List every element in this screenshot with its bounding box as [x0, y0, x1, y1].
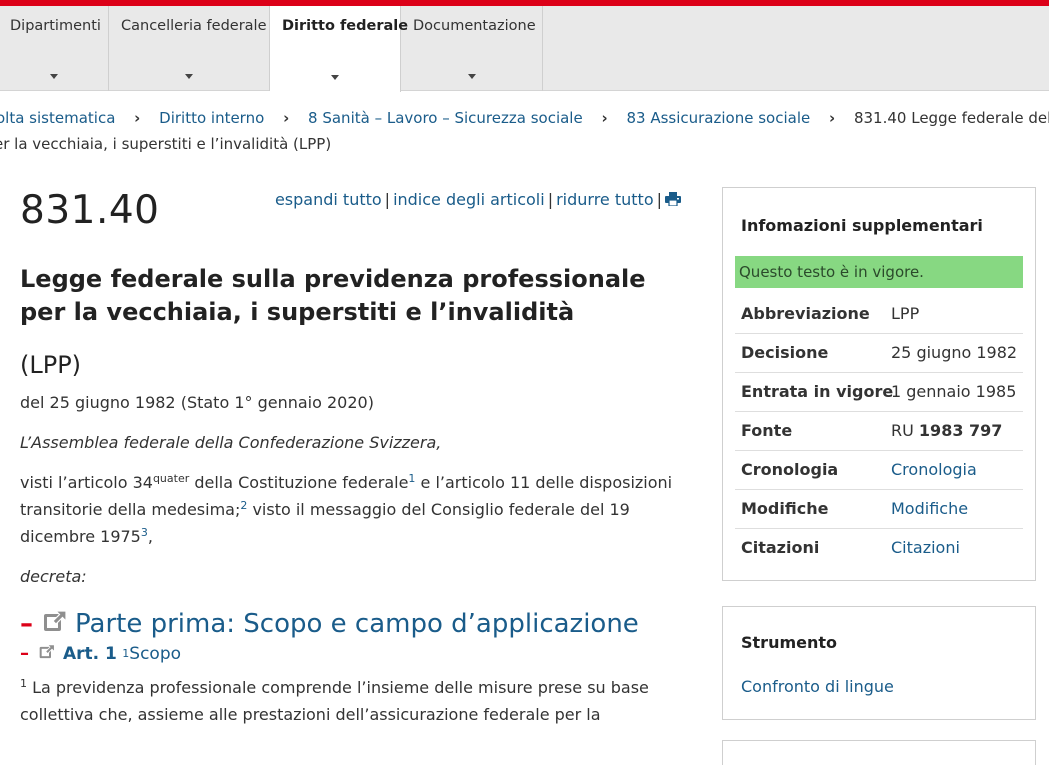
breadcrumb-link[interactable]: 8 Sanità – Lavoro – Sicurezza sociale	[308, 109, 583, 127]
nav-tab-diritto-federale[interactable]: Diritto federale	[270, 6, 409, 92]
info-key: Modifiche	[741, 499, 829, 518]
language-comparison-link[interactable]: Confronto di lingue	[741, 677, 894, 696]
external-link-icon[interactable]	[39, 643, 55, 664]
info-row-citations: Citazioni Citazioni	[735, 529, 1023, 568]
preamble-text-part: ,	[147, 527, 153, 546]
superscript-quater: quater	[152, 472, 190, 485]
document-date: del 25 giugno 1982 (Stato 1° gennaio 202…	[20, 393, 374, 412]
nav-tab-label: Diritto federale	[282, 18, 409, 34]
collapse-dash-icon[interactable]: –	[20, 609, 33, 639]
tool-panel-title: Strumento	[741, 633, 838, 652]
breadcrumb-chevron-icon: ›	[283, 109, 290, 127]
breadcrumb-current: 831.40 Legge federale del 25	[853, 109, 1049, 127]
info-row-abbreviation: Abbreviazione LPP	[735, 295, 1023, 334]
nav-tab-cancelleria-federale[interactable]: Cancelleria federale	[109, 6, 270, 91]
breadcrumb-current-continued: er la vecchiaia, i superstiti e l’invali…	[0, 135, 332, 153]
info-row-amendments: Modifiche Modifiche	[735, 490, 1023, 529]
info-value: 1 gennaio 1985	[891, 382, 1017, 401]
info-key: Abbreviazione	[741, 304, 870, 323]
main-navigation: Dipartimenti Cancelleria federale Diritt…	[0, 6, 1049, 92]
info-key: Fonte	[741, 421, 793, 440]
caret-down-icon	[467, 74, 476, 79]
preamble-text-part: visti l’articolo 34	[20, 473, 153, 492]
source-reference: 1983 797	[918, 421, 1003, 440]
caret-down-icon	[50, 74, 58, 79]
expand-all-link[interactable]: espandi tutto	[275, 190, 382, 209]
printer-icon[interactable]	[665, 191, 681, 207]
document-toolbar: espandi tutto | indice degli articoli | ridu…	[275, 190, 681, 209]
info-panel-title: Infomazioni supplementari	[741, 216, 983, 235]
nav-tab-label: Dipartimenti	[10, 18, 101, 34]
info-key: Entrata in vigore	[741, 382, 894, 401]
info-key: Cronologia	[741, 460, 839, 479]
info-value: 25 giugno 1982	[891, 343, 1018, 362]
info-value: LPP	[891, 304, 920, 323]
next-panel	[722, 740, 1036, 765]
chronology-link[interactable]: Cronologia	[891, 451, 977, 489]
breadcrumb-chevron-icon: ›	[601, 109, 608, 127]
nav-tab-dipartimenti[interactable]: Dipartimenti	[0, 6, 109, 91]
toolbar-separator: |	[547, 190, 554, 209]
part-heading[interactable]: – Parte prima: Scopo e campo d’applicazi…	[20, 609, 685, 639]
toolbar-separator: |	[656, 190, 662, 209]
caret-down-icon	[331, 75, 339, 80]
breadcrumb-chevron-icon: ›	[134, 109, 141, 127]
breadcrumb-chevron-icon: ›	[829, 109, 836, 127]
toolbar-separator: |	[384, 190, 391, 209]
article-heading[interactable]: – Art. 1 1 Scopo	[20, 643, 685, 664]
nav-tab-documentazione[interactable]: Documentazione	[401, 6, 543, 91]
info-panel: Infomazioni supplementari Questo testo è…	[722, 187, 1036, 581]
tool-panel: Strumento Confronto di lingue	[722, 606, 1036, 720]
info-row-chronology: Cronologia Cronologia	[735, 451, 1023, 490]
document-abbreviation: (LPP)	[20, 351, 82, 379]
collapse-dash-icon[interactable]: –	[20, 643, 29, 664]
nav-tab-label: Cancelleria federale	[121, 18, 267, 34]
decree-text: decreta:	[20, 567, 87, 586]
collapse-all-link[interactable]: ridurre tutto	[556, 190, 654, 209]
paragraph-number: 1	[20, 677, 27, 690]
source-prefix: RU	[891, 421, 919, 440]
preamble-text-part: della Costituzione federale	[189, 473, 409, 492]
article-body: 1 La previdenza professionale comprende …	[20, 674, 685, 728]
breadcrumb-link[interactable]: olta sistematica	[0, 109, 115, 127]
document-title: Legge federale sulla previdenza professi…	[20, 265, 646, 326]
info-key: Citazioni	[741, 538, 820, 557]
breadcrumb-link[interactable]: 83 Assicurazione sociale	[626, 109, 810, 127]
caret-down-icon	[185, 74, 193, 79]
article-title[interactable]: Scopo	[129, 644, 181, 664]
article-index-link[interactable]: indice degli articoli	[393, 190, 545, 209]
external-link-icon[interactable]	[43, 609, 67, 639]
info-row-decision: Decisione 25 giugno 1982	[735, 334, 1023, 373]
in-force-status: Questo testo è in vigore.	[735, 256, 1023, 288]
document-content: 831.40 espandi tutto | indice degli artico…	[20, 188, 685, 728]
info-row-source: Fonte RU 1983 797	[735, 412, 1023, 451]
amendments-link[interactable]: Modifiche	[891, 490, 968, 528]
footnote-link-3[interactable]: 3	[141, 526, 148, 539]
preamble-text: visti l’articolo 34quater della Costituz…	[20, 469, 685, 550]
article-body-text: La previdenza professionale comprende l’…	[20, 678, 649, 724]
part-heading-link[interactable]: Parte prima: Scopo e campo d’applicazion…	[75, 609, 639, 639]
breadcrumb-link[interactable]: Diritto interno	[159, 109, 264, 127]
citations-link[interactable]: Citazioni	[891, 529, 960, 567]
nav-tab-label: Documentazione	[413, 18, 536, 34]
article-number[interactable]: Art. 1	[63, 644, 117, 664]
info-row-entry-into-force: Entrata in vigore 1 gennaio 1985	[735, 373, 1023, 412]
preamble-intro: L’Assemblea federale della Confederazion…	[20, 433, 442, 452]
info-value: RU 1983 797	[891, 412, 1002, 450]
info-key: Decisione	[741, 343, 829, 362]
